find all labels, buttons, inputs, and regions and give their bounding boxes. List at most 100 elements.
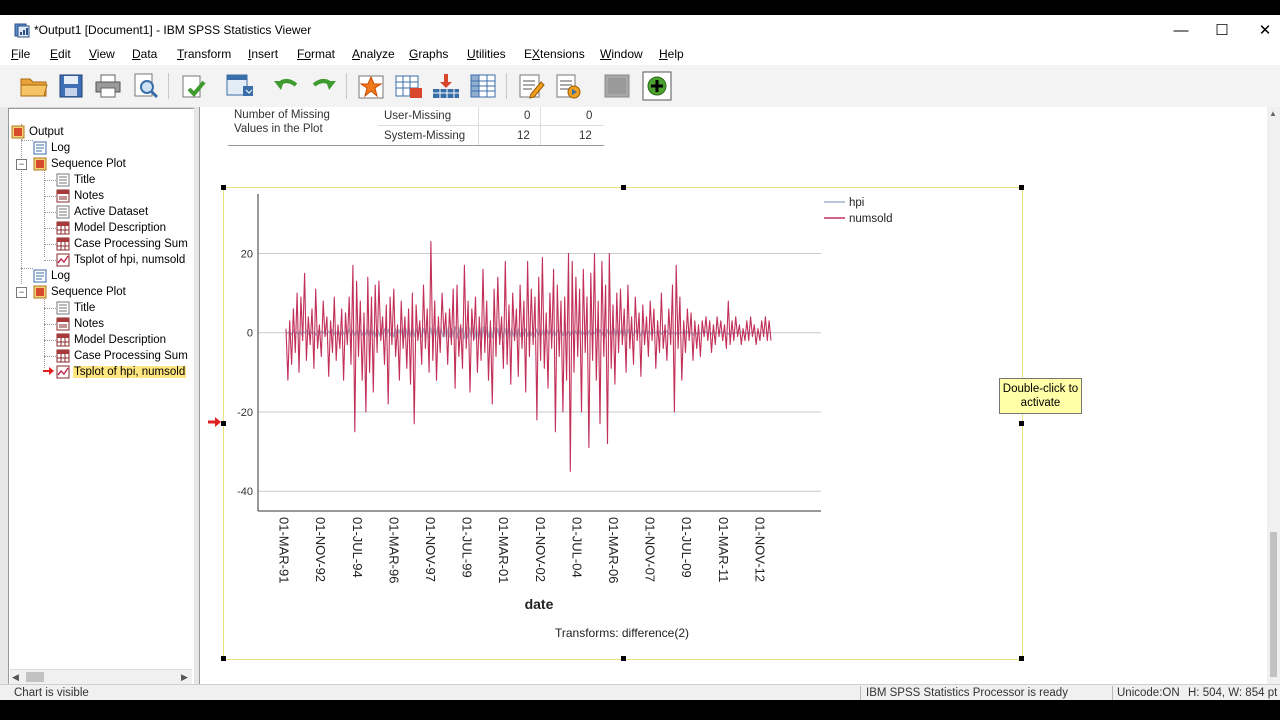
- print-preview-icon[interactable]: [130, 70, 162, 102]
- y-tick-label: -20: [237, 407, 253, 419]
- menu-data[interactable]: Data: [132, 47, 157, 61]
- menu-edit[interactable]: Edit: [50, 47, 71, 61]
- outline-item-label: Case Processing Sum: [74, 350, 188, 362]
- menu-extensions[interactable]: EXtensions: [524, 47, 585, 61]
- export-icon[interactable]: [178, 70, 210, 102]
- log-icon: [33, 141, 47, 155]
- outline-item-label: Active Dataset: [74, 206, 149, 218]
- outline-item-notes[interactable]: Notes: [56, 316, 105, 332]
- outline-item-log[interactable]: Log: [33, 140, 71, 156]
- menu-format[interactable]: Format: [297, 47, 335, 61]
- scroll-left-icon[interactable]: ◀: [12, 672, 21, 682]
- outline-item-title[interactable]: Title: [56, 300, 96, 316]
- tree-connector: [44, 244, 56, 245]
- sequence-plot-chart[interactable]: 20 0 -20 -40 01-MAR-91 01-NOV-92 01-JUL-94 01-M…: [224, 188, 1020, 657]
- x-tick-label: 01-MAR-96: [386, 517, 401, 583]
- menu-insert[interactable]: Insert: [248, 47, 278, 61]
- outline-item-label: Title: [74, 302, 96, 314]
- scroll-thumb[interactable]: [26, 672, 44, 682]
- insert-heading-icon[interactable]: [430, 70, 462, 102]
- outline-item-model-description[interactable]: Model Description: [56, 220, 167, 236]
- chart-icon: [56, 365, 70, 379]
- scroll-thumb[interactable]: [1270, 532, 1277, 677]
- tooltip-line: Double-click to: [1002, 383, 1079, 395]
- tree-connector: [44, 308, 56, 309]
- outline-item-tsplot-selected[interactable]: Tsplot of hpi, numsold: [56, 364, 187, 380]
- outline-item-active-dataset[interactable]: Active Dataset: [56, 204, 149, 220]
- x-tick-label: 01-JUL-09: [679, 517, 694, 578]
- y-tick-label: 20: [241, 248, 253, 260]
- current-item-arrow-icon: [208, 417, 221, 427]
- collapse-toggle[interactable]: −: [16, 159, 27, 170]
- table-icon: [56, 333, 70, 347]
- outline-item-output[interactable]: Output: [11, 124, 65, 140]
- outline-item-sequence-plot[interactable]: Sequence Plot: [33, 156, 127, 172]
- tree-connector: [44, 196, 56, 197]
- save-icon[interactable]: [55, 70, 87, 102]
- outline-item-case-processing[interactable]: Case Processing Sum: [56, 236, 189, 252]
- insert-table-icon[interactable]: [467, 70, 499, 102]
- menu-file[interactable]: File: [11, 47, 30, 61]
- status-bar: Chart is visible IBM SPSS Statistics Pro…: [0, 684, 1280, 700]
- create-chart-icon[interactable]: [641, 70, 673, 102]
- x-tick-label: 01-NOV-12: [752, 517, 767, 582]
- tree-connector: [21, 140, 33, 141]
- log-icon: [33, 269, 47, 283]
- notes-icon: [56, 189, 70, 203]
- toolbar-separator: [506, 73, 507, 99]
- open-folder-icon[interactable]: [18, 70, 50, 102]
- x-tick-label: 01-MAR-06: [606, 517, 621, 583]
- table-col-divider: [540, 107, 541, 145]
- insert-text-icon[interactable]: [515, 70, 547, 102]
- recall-dialog-icon[interactable]: [224, 70, 256, 102]
- procedure-icon: [33, 285, 47, 299]
- menu-analyze[interactable]: Analyze: [352, 47, 395, 61]
- outline-item-case-processing[interactable]: Case Processing Sum: [56, 348, 189, 364]
- menu-graphs[interactable]: Graphs: [409, 47, 448, 61]
- content-vertical-scrollbar[interactable]: ▲: [1267, 107, 1280, 684]
- notes-icon: [56, 317, 70, 331]
- outline-item-model-description[interactable]: Model Description: [56, 332, 167, 348]
- x-tick-label: 01-MAR-91: [277, 517, 292, 583]
- goto-variable-icon[interactable]: [393, 70, 425, 102]
- output-content-pane[interactable]: Number of Missing Values in the Plot Use…: [199, 107, 1268, 684]
- outline-item-sequence-plot[interactable]: Sequence Plot: [33, 284, 127, 300]
- tree-connector: [44, 212, 56, 213]
- outline-item-notes[interactable]: Notes: [56, 188, 105, 204]
- table-cell: 12: [517, 130, 530, 142]
- maximize-button[interactable]: ☐: [1200, 15, 1244, 45]
- close-button[interactable]: ✕: [1243, 15, 1280, 45]
- scroll-up-icon[interactable]: ▲: [1269, 109, 1277, 118]
- redo-icon[interactable]: [308, 70, 340, 102]
- outline-item-tsplot[interactable]: Tsplot of hpi, numsold: [56, 252, 186, 268]
- outline-item-title[interactable]: Title: [56, 172, 96, 188]
- x-tick-label: 01-MAR-01: [496, 517, 511, 583]
- undo-icon[interactable]: [270, 70, 302, 102]
- outline-item-label: Tsplot of hpi, numsold: [74, 254, 186, 266]
- outline-horizontal-scrollbar[interactable]: ◀ ▶: [10, 669, 192, 684]
- menu-help[interactable]: Help: [659, 47, 684, 61]
- x-tick-label: 01-NOV-92: [313, 517, 328, 582]
- menu-window[interactable]: Window: [600, 47, 643, 61]
- scroll-right-icon[interactable]: ▶: [181, 672, 190, 682]
- script-icon[interactable]: [552, 70, 584, 102]
- x-tick-label: 01-MAR-11: [716, 517, 731, 583]
- outline-item-log[interactable]: Log: [33, 268, 71, 284]
- tree-connector: [44, 356, 56, 357]
- collapse-toggle[interactable]: −: [16, 287, 27, 298]
- x-tick-label: 01-NOV-97: [423, 517, 438, 582]
- menu-view[interactable]: View: [89, 47, 115, 61]
- chart-footnote: Transforms: difference(2): [555, 626, 689, 640]
- minimize-button[interactable]: —: [1159, 15, 1203, 45]
- screen-top-bar: [0, 0, 1280, 15]
- goto-case-icon[interactable]: [355, 70, 387, 102]
- menu-transform[interactable]: Transform: [177, 47, 231, 61]
- tree-connector: [44, 260, 56, 261]
- legend-label: hpi: [849, 197, 864, 209]
- print-icon[interactable]: [92, 70, 124, 102]
- tree-connector: [21, 268, 33, 269]
- outline-pane[interactable]: − − Output Log Sequence Plot Title Notes…: [8, 108, 196, 686]
- dataset-icon: [56, 205, 70, 219]
- activate-tooltip: Double-click to activate: [999, 378, 1082, 414]
- menu-utilities[interactable]: Utilities: [467, 47, 506, 61]
